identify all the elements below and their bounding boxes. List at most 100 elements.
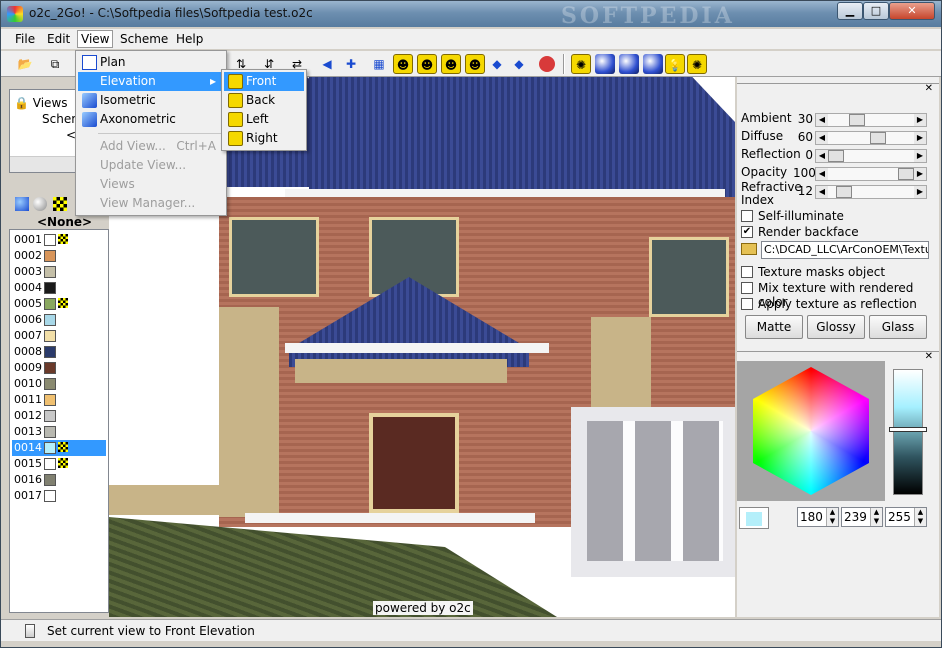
material-row[interactable]: 0010 — [12, 376, 106, 392]
menu-item-views[interactable]: Views — [78, 175, 224, 194]
material-row[interactable]: 0005 — [12, 296, 106, 312]
material-row[interactable]: 0011 — [12, 392, 106, 408]
arrow-left-icon[interactable]: ◀ — [816, 168, 828, 180]
brightness-slider[interactable] — [893, 369, 923, 495]
axonometric-icon[interactable]: ◆ — [509, 54, 529, 74]
isometric-icon[interactable]: ◆ — [487, 54, 507, 74]
texture-path-field[interactable]: C:\DCAD_LLC\ArConOEM\Textur — [761, 241, 929, 259]
menu-item-isometric[interactable]: Isometric — [78, 91, 224, 110]
material-row[interactable]: 0008 — [12, 344, 106, 360]
material-row[interactable]: 0017 — [12, 488, 106, 504]
close-button[interactable]: ✕ — [889, 2, 935, 20]
material-row[interactable]: 0016 — [12, 472, 106, 488]
material-row[interactable]: 0007 — [12, 328, 106, 344]
red-spinner[interactable]: 180 ▲ ▼ — [797, 507, 839, 527]
menu-item-elevation[interactable]: Elevation ▸ — [78, 72, 224, 91]
property-slider[interactable]: ◀ ▶ — [815, 167, 927, 181]
right-view-icon[interactable]: ☻ — [465, 54, 485, 74]
material-row[interactable]: 0009 — [12, 360, 106, 376]
property-slider[interactable]: ◀ ▶ — [815, 149, 927, 163]
spin-arrows-icon[interactable]: ▲ ▼ — [914, 508, 926, 526]
slider-thumb[interactable] — [870, 132, 886, 144]
menu-item-plan[interactable]: Plan — [78, 53, 224, 72]
property-slider[interactable]: ◀ ▶ — [815, 185, 927, 199]
menu-item-right[interactable]: Right — [224, 129, 304, 148]
texture-icon[interactable] — [53, 197, 67, 211]
record-icon[interactable] — [539, 56, 555, 72]
slider-thumb[interactable] — [836, 186, 853, 198]
menu-scheme[interactable]: Scheme — [120, 32, 168, 46]
arrow-right-icon[interactable]: ▶ — [914, 132, 926, 144]
sphere-icon[interactable] — [33, 197, 47, 211]
arrow-left-icon[interactable]: ◀ — [816, 114, 828, 126]
maximize-button[interactable]: □ — [863, 2, 889, 20]
property-slider[interactable]: ◀ ▶ — [815, 131, 927, 145]
glossy-button[interactable]: Glossy — [807, 315, 865, 339]
menu-item-update-view[interactable]: Update View... — [78, 156, 224, 175]
menu-view[interactable]: View — [77, 30, 114, 48]
arrow-left-icon[interactable]: ◀ — [816, 186, 828, 198]
material-row[interactable]: 0003 — [12, 264, 106, 280]
menu-item-add-view[interactable]: Add View... Ctrl+A — [78, 137, 224, 156]
slider-thumb[interactable] — [898, 168, 914, 180]
material-row[interactable]: 0014 — [12, 440, 106, 456]
arrow-left-icon[interactable]: ◀ — [816, 150, 828, 162]
checkbox[interactable] — [741, 266, 753, 278]
arrow-left-icon[interactable]: ◀ — [816, 132, 828, 144]
menu-file[interactable]: File — [15, 32, 35, 46]
arrow-left-icon[interactable]: ◀ — [317, 54, 337, 74]
arrow-plus-icon[interactable]: ✚ — [341, 54, 361, 74]
spin-arrows-icon[interactable]: ▲ ▼ — [826, 508, 838, 526]
arrow-right-icon[interactable]: ▶ — [914, 168, 926, 180]
arrow-right-icon[interactable]: ▶ — [914, 186, 926, 198]
cube-icon[interactable] — [15, 197, 29, 211]
material-row[interactable]: 0002 — [12, 248, 106, 264]
material-row[interactable]: 0006 — [12, 312, 106, 328]
sphere-shade-icon[interactable] — [619, 54, 639, 74]
tree-item-views[interactable]: 🔒 Views — [14, 96, 68, 110]
blue-spinner[interactable]: 255 ▲ ▼ — [885, 507, 927, 527]
bulb-icon[interactable]: 💡 — [665, 54, 685, 74]
close-icon[interactable]: ✕ — [925, 351, 933, 362]
menu-item-view-manager[interactable]: View Manager... — [78, 194, 224, 213]
light-icon[interactable]: ✺ — [571, 54, 591, 74]
slider-thumb[interactable] — [849, 114, 865, 126]
folder-icon[interactable] — [741, 243, 757, 255]
matte-button[interactable]: Matte — [745, 315, 803, 339]
minimize-button[interactable]: ▁ — [837, 2, 863, 20]
material-row[interactable]: 0013 — [12, 424, 106, 440]
sphere-shade-icon[interactable] — [643, 54, 663, 74]
property-slider[interactable]: ◀ ▶ — [815, 113, 927, 127]
arrow-right-icon[interactable]: ▶ — [914, 114, 926, 126]
menu-help[interactable]: Help — [176, 32, 203, 46]
material-row[interactable]: 0004 — [12, 280, 106, 296]
plan-view-icon[interactable]: ▦ — [369, 54, 389, 74]
menu-item-axonometric[interactable]: Axonometric — [78, 110, 224, 129]
color-picker-area[interactable] — [737, 361, 885, 501]
left-view-icon[interactable]: ☻ — [441, 54, 461, 74]
close-icon[interactable]: ✕ — [925, 83, 933, 94]
slider-thumb[interactable] — [828, 150, 844, 162]
material-row[interactable]: 0015 — [12, 456, 106, 472]
texture-icon[interactable]: ✺ — [687, 54, 707, 74]
checkbox[interactable] — [741, 282, 753, 294]
spin-arrows-icon[interactable]: ▲ ▼ — [870, 508, 882, 526]
brightness-thumb[interactable] — [889, 427, 927, 432]
copy-icon[interactable]: ⧉ — [45, 54, 65, 74]
material-row[interactable]: 0012 — [12, 408, 106, 424]
menu-item-back[interactable]: Back — [224, 91, 304, 110]
checkbox[interactable] — [741, 210, 753, 222]
front-view-icon[interactable]: ☻ — [393, 54, 413, 74]
material-list[interactable]: 0001 0002 0003 0004 0005 0006 0007 0008 0009 0010… — [9, 229, 109, 613]
menu-item-left[interactable]: Left — [224, 110, 304, 129]
menu-edit[interactable]: Edit — [47, 32, 70, 46]
checkbox[interactable]: ✔ — [741, 226, 753, 238]
menu-item-front[interactable]: Front — [224, 72, 304, 91]
sphere-shade-icon[interactable] — [595, 54, 615, 74]
arrow-right-icon[interactable]: ▶ — [914, 150, 926, 162]
checkbox[interactable] — [741, 298, 753, 310]
back-view-icon[interactable]: ☻ — [417, 54, 437, 74]
green-spinner[interactable]: 239 ▲ ▼ — [841, 507, 883, 527]
material-row[interactable]: 0001 — [12, 232, 106, 248]
open-icon[interactable]: 📂 — [15, 54, 35, 74]
